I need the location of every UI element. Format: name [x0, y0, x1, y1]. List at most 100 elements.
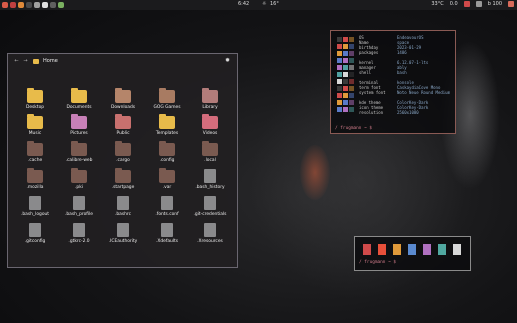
item-label: Music	[28, 131, 42, 136]
weather-icon: ☼	[262, 1, 267, 7]
color-swatch	[378, 244, 386, 255]
info-value: 2560x1080	[397, 110, 419, 115]
item-label: .gitconfig	[24, 239, 46, 244]
colorscript-terminal[interactable]: / frugmann ~ $	[354, 236, 471, 271]
folder-icon	[159, 168, 175, 183]
item-label: .cache	[27, 158, 43, 163]
info-value: bash	[397, 70, 407, 75]
folder-icon	[202, 141, 218, 156]
item-label: .bashrc	[114, 212, 132, 217]
colorscript-prompt[interactable]: / frugmann ~ $	[359, 260, 396, 265]
app-icon-dark[interactable]	[50, 2, 56, 8]
item-label: .bash_profile	[64, 212, 93, 217]
logo-block	[349, 93, 354, 98]
file-icon	[73, 223, 85, 237]
tray-icon-red[interactable]	[463, 1, 470, 7]
logo-block	[337, 100, 342, 105]
item-label: .git-credentials	[193, 212, 227, 217]
logo-block	[343, 79, 348, 84]
breadcrumb-home[interactable]: Home	[43, 58, 58, 64]
file-manager-icon[interactable]	[26, 2, 32, 8]
file-icon	[29, 223, 41, 237]
cpu-temp: 33°C	[431, 1, 444, 7]
item-label: .Xdefaults	[155, 239, 179, 244]
item-label: Desktop	[25, 105, 45, 110]
item-label: .config	[159, 158, 175, 163]
logo-block	[337, 37, 342, 42]
app-icon-white[interactable]	[42, 2, 48, 8]
folder-icon	[115, 114, 131, 129]
color-swatch	[423, 244, 431, 255]
color-swatch	[408, 244, 416, 255]
folder-icon	[27, 114, 43, 129]
item-label: Documents	[66, 105, 92, 110]
logo-block	[337, 65, 342, 70]
item-label: Downloads	[110, 105, 136, 110]
folder-icon	[202, 88, 218, 103]
battery-status: b 100	[487, 1, 502, 7]
folder-icon	[159, 88, 175, 103]
item-label: .fonts.conf	[155, 212, 179, 217]
folder-icon	[71, 114, 87, 129]
logo-block	[349, 79, 354, 84]
item-label: Public	[116, 131, 130, 136]
app-icon-gray[interactable]	[34, 2, 40, 8]
item-label: .cargo	[116, 158, 130, 163]
info-key: packages	[359, 50, 379, 55]
logo-block	[337, 93, 342, 98]
logo-block	[337, 79, 342, 84]
item-label: .bash_history	[195, 185, 225, 190]
folder-icon	[115, 141, 131, 156]
logo-block	[343, 65, 348, 70]
clock[interactable]: 6:42	[238, 1, 249, 7]
logo-block	[349, 72, 354, 77]
logo-block	[349, 51, 354, 56]
file-icon	[204, 169, 216, 183]
item-label: .mozilla	[26, 185, 44, 190]
folder-icon	[115, 88, 131, 103]
item-label: Videos	[202, 131, 218, 136]
logo-block	[343, 37, 348, 42]
file-manager-toolbar: ← → Home ✹	[8, 54, 237, 68]
color-swatch	[363, 244, 371, 255]
item-label: .Xresources	[197, 239, 223, 244]
logo-block	[343, 100, 348, 105]
folder-icon	[71, 168, 87, 183]
file-icon	[29, 196, 41, 210]
terminal-prompt[interactable]: / frugmann ~ $	[335, 126, 372, 131]
info-key: resolution	[359, 110, 384, 115]
folder-icon	[27, 88, 43, 103]
orange-feather-tip	[300, 145, 330, 200]
color-swatch	[438, 244, 446, 255]
browser-icon[interactable]	[2, 2, 8, 8]
logo-block	[349, 44, 354, 49]
power-icon[interactable]	[508, 1, 514, 7]
logo-block	[337, 107, 342, 112]
logo-block	[349, 107, 354, 112]
folder-icon	[159, 114, 175, 129]
item-label: .ICEauthority	[108, 239, 138, 244]
file-icon	[161, 196, 173, 210]
settings-gear-icon[interactable]: ✹	[225, 57, 230, 64]
folder-icon	[115, 168, 131, 183]
app-icon-orange[interactable]	[18, 2, 24, 8]
info-value: 1486	[397, 50, 407, 55]
weather-temp[interactable]: 16°	[270, 1, 279, 7]
forward-arrow-icon[interactable]: →	[21, 58, 30, 64]
logo-block	[343, 72, 348, 77]
file-icon	[117, 196, 129, 210]
logo-block	[343, 107, 348, 112]
folder-icon	[71, 88, 87, 103]
tray-icon-gray[interactable]	[475, 1, 482, 7]
app-icon-green[interactable]	[58, 2, 64, 8]
folder-icon	[71, 141, 87, 156]
app-icon-red[interactable]	[10, 2, 16, 8]
home-folder-icon	[33, 58, 39, 64]
logo-block	[349, 65, 354, 70]
back-arrow-icon[interactable]: ←	[12, 58, 21, 64]
file-icon	[204, 196, 216, 210]
folder-icon	[27, 168, 43, 183]
logo-block	[337, 86, 342, 91]
neofetch-terminal[interactable]: OS EndeavourOS Name space birthday 2023-01-29…	[330, 30, 456, 134]
color-swatch	[453, 244, 461, 255]
